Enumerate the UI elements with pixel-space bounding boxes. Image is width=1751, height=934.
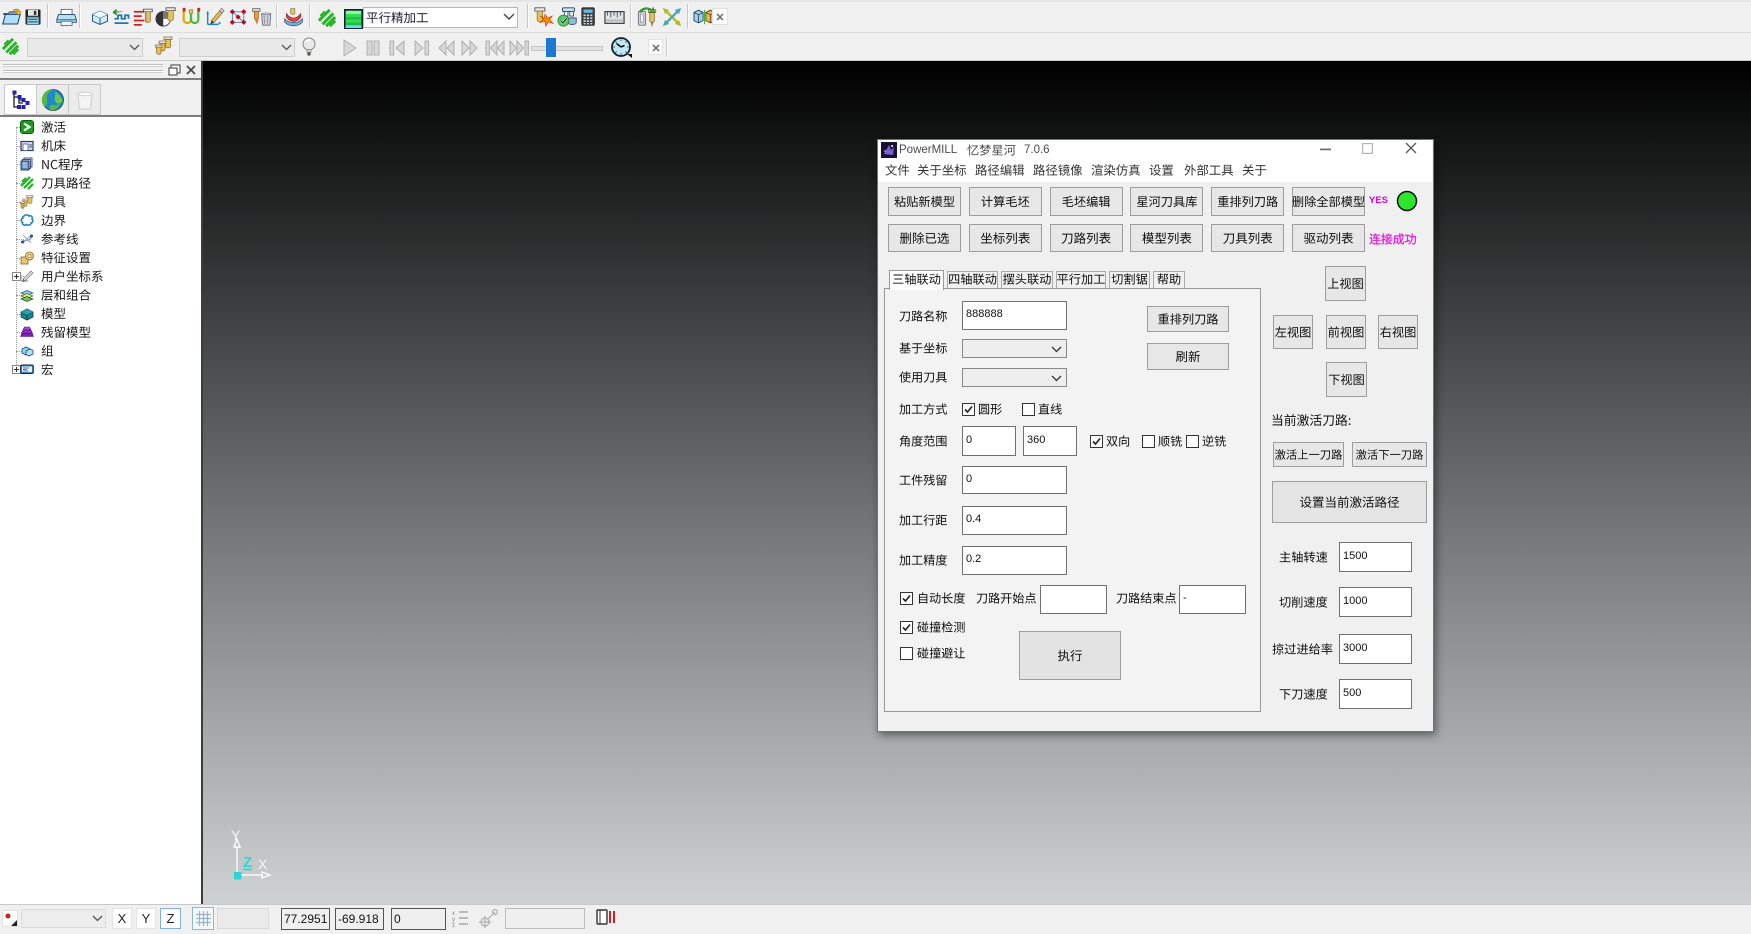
svg-text:z: z [452, 923, 455, 927]
svg-text:X: X [258, 856, 268, 872]
svg-text:Z: Z [243, 854, 252, 871]
svg-text:Y: Y [231, 827, 241, 843]
